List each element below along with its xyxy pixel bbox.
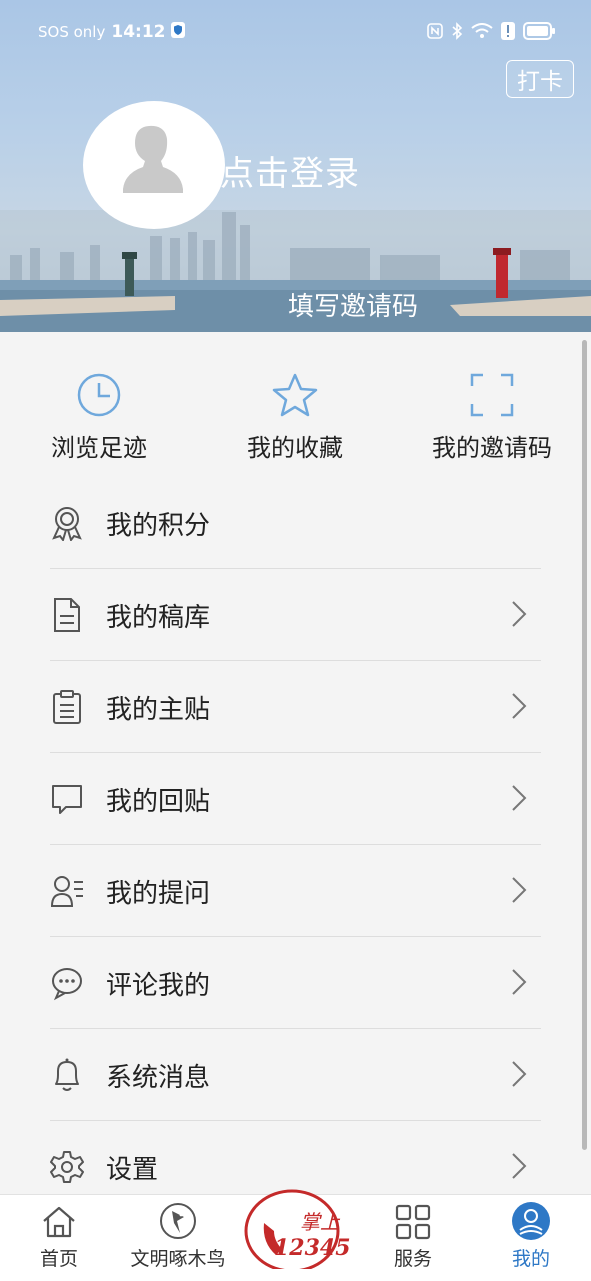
scan-frame-icon [402,372,582,418]
menu-item-label: 我的稿库 [106,603,211,633]
tab-home[interactable]: 首页 [18,1195,100,1281]
nfc-icon [427,23,443,43]
menu-item-my-questions[interactable]: 我的提问 [0,845,591,937]
avatar[interactable] [83,101,225,229]
clock-time: 14:12 [111,22,166,42]
my-favorites-button[interactable]: 我的收藏 [205,372,385,463]
shield-icon [171,22,186,42]
wifi-icon [471,23,493,43]
chevron-right-icon [508,967,530,997]
menu-item-my-posts[interactable]: 我的主贴 [0,661,591,753]
my-favorites-label: 我的收藏 [247,434,343,462]
signal-status-text: SOS only [38,23,106,41]
status-bar: SOS only 14:12 [0,0,591,66]
woodpecker-icon [120,1201,236,1241]
menu-item-label: 我的提问 [106,879,211,909]
tab-services[interactable]: 服务 [372,1195,454,1281]
phone-12345-logo-icon: 掌上 12345 [240,1183,352,1269]
logo-number: 12345 [274,1235,351,1261]
tab-label: 首页 [39,1248,78,1270]
star-icon [205,372,385,418]
bluetooth-icon [451,22,463,44]
user-question-icon [50,873,84,909]
menu-item-label: 我的主贴 [106,695,211,725]
menu-item-drafts[interactable]: 我的稿库 [0,569,591,661]
clock-icon [9,372,189,418]
alert-icon [501,22,515,44]
tab-mine[interactable]: 我的 [490,1195,572,1281]
browse-history-label: 浏览足迹 [51,434,147,462]
fill-invite-code-link[interactable]: 填写邀请码 [288,286,418,323]
chevron-right-icon [508,1151,530,1181]
login-link[interactable]: 点击登录 [220,146,360,195]
scrollbar[interactable] [582,340,587,1150]
menu-item-my-replies[interactable]: 我的回贴 [0,753,591,845]
chat-bubble-icon [50,781,84,817]
gear-icon [50,1149,84,1185]
tab-label: 文明啄木鸟 [130,1248,226,1270]
clipboard-icon [50,689,84,725]
document-icon [50,597,84,633]
chevron-right-icon [508,599,530,629]
menu-item-label: 设置 [106,1155,159,1185]
bottom-tab-bar: 首页 文明啄木鸟 掌上 12345 服务 我的 [0,1189,591,1281]
bell-icon [50,1057,84,1093]
chevron-right-icon [508,691,530,721]
my-invite-code-label: 我的邀请码 [432,434,552,462]
battery-icon [523,22,555,44]
menu-item-label: 评论我的 [106,971,211,1001]
menu-item-label: 我的积分 [106,511,211,541]
comment-icon [50,965,84,1001]
tab-woodpecker[interactable]: 文明啄木鸟 [120,1195,236,1281]
menu-item-points[interactable]: 我的积分 [0,477,591,569]
my-invite-code-button[interactable]: 我的邀请码 [402,372,582,463]
chevron-right-icon [508,875,530,905]
browse-history-button[interactable]: 浏览足迹 [9,372,189,463]
medal-icon [50,505,84,543]
home-icon [18,1203,100,1241]
chevron-right-icon [508,783,530,813]
quick-actions: 浏览足迹 我的收藏 我的邀请码 [0,332,591,477]
menu-item-label: 系统消息 [106,1063,211,1093]
logo-text: 掌上 [300,1210,341,1234]
menu-item-label: 我的回贴 [106,787,211,817]
punch-in-button[interactable]: 打卡 [506,60,574,98]
profile-header: SOS only 14:12 打卡 点击登录 填写邀请码 [0,0,591,332]
tab-12345-center[interactable]: 掌上 12345 [240,1189,352,1281]
menu-item-system-messages[interactable]: 系统消息 [0,1029,591,1121]
grid-icon [372,1203,454,1241]
tab-label: 我的 [511,1248,550,1270]
chevron-right-icon [508,1059,530,1089]
menu-list: 我的积分 我的稿库 我的主贴 我的回贴 我的提问 评论我的 系统消息 设置 [0,477,591,1213]
profile-icon [490,1201,572,1241]
menu-item-comments-to-me[interactable]: 评论我的 [0,937,591,1029]
tab-label: 服务 [393,1248,432,1270]
